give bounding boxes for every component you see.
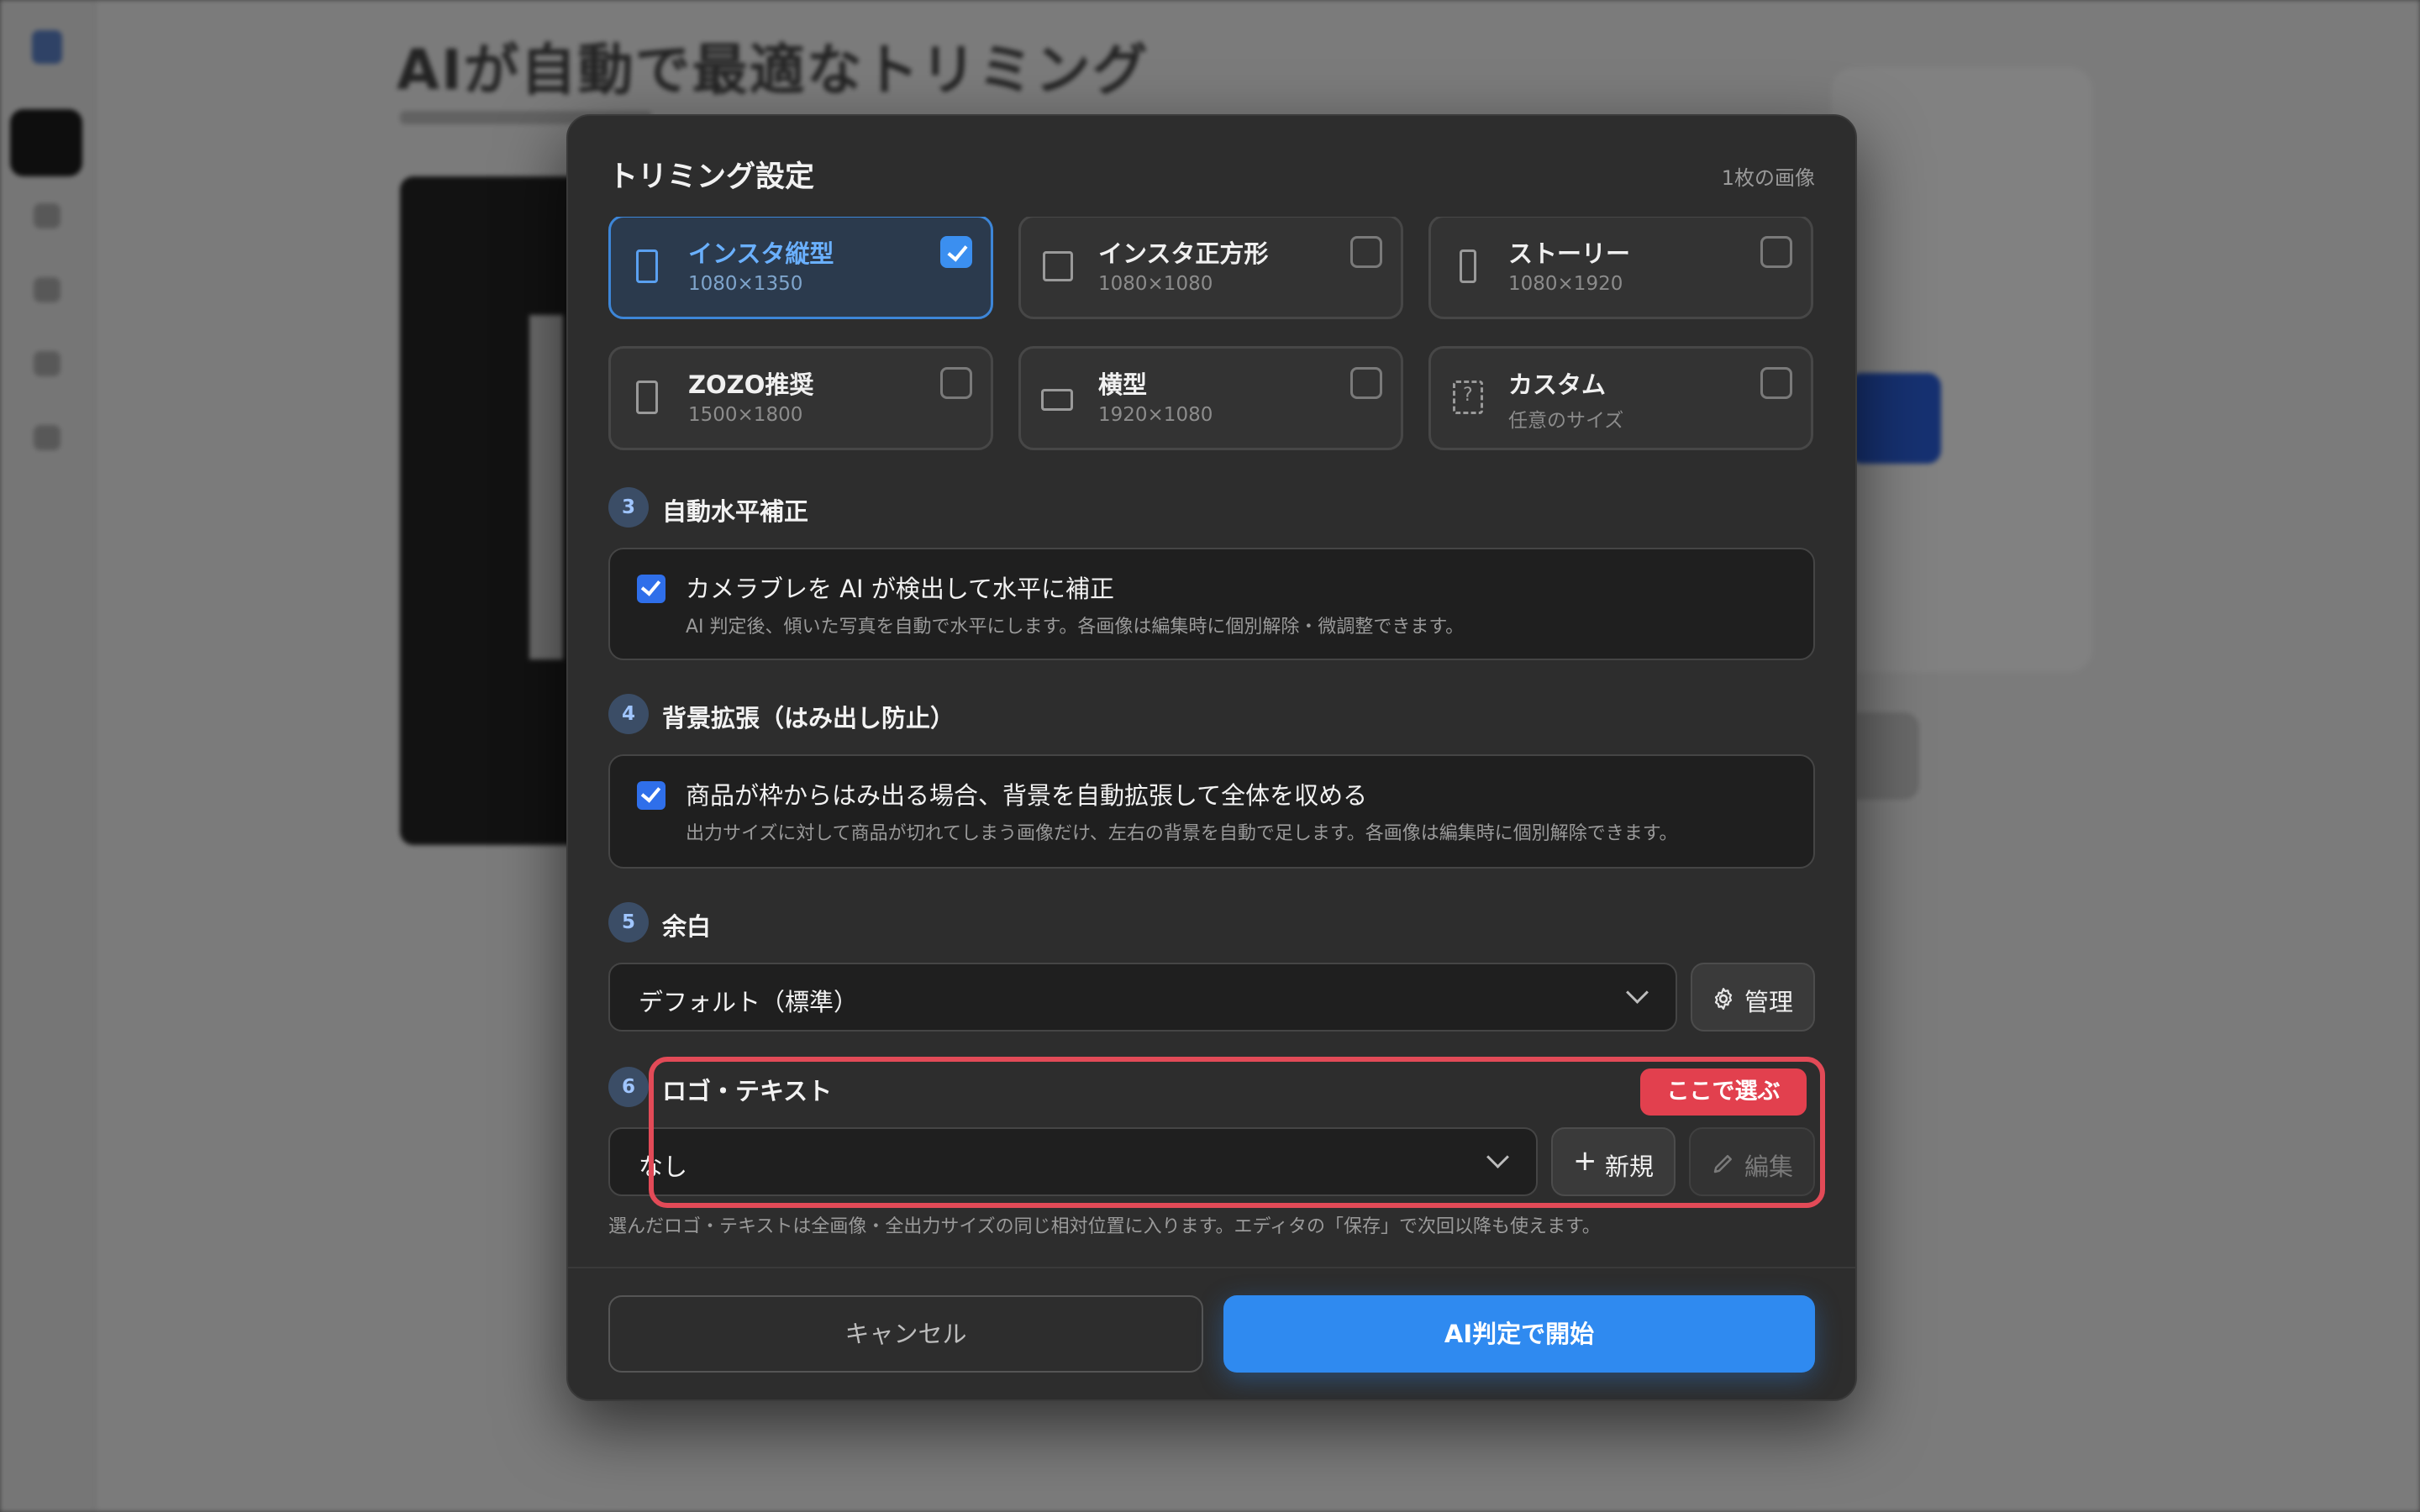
chevron-down-icon xyxy=(1626,981,1649,1004)
logo-text-note: 選んだロゴ・テキストは全画像・全出力サイズの同じ相対位置に入ります。エディタの「… xyxy=(608,1216,1601,1237)
size-option-zozo[interactable]: ZOZO推奨 1500×1800 xyxy=(608,346,993,450)
landscape-frame-icon xyxy=(1041,389,1073,411)
bg-extend-label: 商品が枠からはみ出る場合、背景を自動拡張して全体を収める xyxy=(686,781,1368,810)
size-option-dimensions: 1080×1920 xyxy=(1508,273,1623,295)
bg-extend-option[interactable]: 商品が枠からはみ出る場合、背景を自動拡張して全体を収める 出力サイズに対して商品… xyxy=(608,754,1815,869)
custom-frame-icon xyxy=(1453,381,1483,414)
size-option-dimensions: 任意のサイズ xyxy=(1508,410,1624,432)
size-option-name: カスタム xyxy=(1508,370,1607,399)
size-option-name: インスタ縦型 xyxy=(688,239,834,268)
size-option-custom[interactable]: カスタム 任意のサイズ xyxy=(1428,346,1813,450)
size-option-landscape[interactable]: 横型 1920×1080 xyxy=(1018,346,1403,450)
portrait-frame-icon xyxy=(636,249,658,283)
portrait-frame-icon xyxy=(636,381,658,414)
section-title: 自動水平補正 xyxy=(662,497,809,526)
size-option-name: ZOZO推奨 xyxy=(688,370,814,399)
story-frame-icon xyxy=(1460,249,1476,283)
size-option-checkbox[interactable] xyxy=(1760,367,1792,399)
modal-title: トリミング設定 xyxy=(608,160,815,194)
size-option-checkbox[interactable] xyxy=(1350,367,1382,399)
manage-button[interactable]: 管理 xyxy=(1691,963,1815,1032)
size-option-checkbox[interactable] xyxy=(1760,236,1792,268)
step-number-badge: 5 xyxy=(608,902,649,942)
gear-icon xyxy=(1714,988,1733,1010)
cancel-button[interactable]: キャンセル xyxy=(608,1295,1203,1373)
auto-level-label: カメラブレを AI が検出して水平に補正 xyxy=(686,575,1114,603)
image-count: 1枚の画像 xyxy=(1721,166,1815,190)
bg-extend-description: 出力サイズに対して商品が切れてしまう画像だけ、左右の背景を自動で足します。各画像… xyxy=(686,823,1678,844)
step-number-badge: 6 xyxy=(608,1067,649,1107)
size-option-dimensions: 1080×1350 xyxy=(688,273,803,295)
step-number-badge: 3 xyxy=(608,487,649,528)
auto-level-option[interactable]: カメラブレを AI が検出して水平に補正 AI 判定後、傾いた写真を自動で水平に… xyxy=(608,548,1815,660)
bg-extend-checkbox[interactable] xyxy=(637,781,666,810)
auto-level-checkbox[interactable] xyxy=(637,575,666,603)
footer-divider xyxy=(568,1267,1855,1268)
size-option-name: インスタ正方形 xyxy=(1098,239,1269,268)
step-number-badge: 4 xyxy=(608,694,649,734)
size-option-checkbox[interactable] xyxy=(1350,236,1382,268)
size-option-story[interactable]: ストーリー 1080×1920 xyxy=(1428,217,1813,319)
size-option-dimensions: 1500×1800 xyxy=(688,404,803,426)
margin-select[interactable]: デフォルト（標準） xyxy=(608,963,1677,1032)
size-option-checkbox[interactable] xyxy=(940,236,972,268)
section-title: 余白 xyxy=(662,912,712,941)
manage-button-label: 管理 xyxy=(1744,988,1794,1016)
size-option-instagram-square[interactable]: インスタ正方形 1080×1080 xyxy=(1018,217,1403,319)
trimming-settings-modal: トリミング設定 1枚の画像 インスタ縦型 1080×1350 インスタ正方形 1… xyxy=(566,114,1857,1401)
auto-level-description: AI 判定後、傾いた写真を自動で水平にします。各画像は編集時に個別解除・微調整で… xyxy=(686,617,1465,638)
callout-badge: ここで選ぶ xyxy=(1640,1068,1807,1116)
margin-select-value: デフォルト（標準） xyxy=(639,988,859,1016)
size-option-name: 横型 xyxy=(1098,370,1148,399)
size-option-instagram-portrait[interactable]: インスタ縦型 1080×1350 xyxy=(608,217,993,319)
square-frame-icon xyxy=(1043,251,1073,281)
start-ai-button[interactable]: AI判定で開始 xyxy=(1223,1295,1815,1373)
size-option-checkbox[interactable] xyxy=(940,367,972,399)
size-option-name: ストーリー xyxy=(1508,239,1631,268)
section-title: 背景拡張（はみ出し防止） xyxy=(662,704,955,732)
size-option-dimensions: 1920×1080 xyxy=(1098,404,1213,426)
size-option-dimensions: 1080×1080 xyxy=(1098,273,1213,295)
